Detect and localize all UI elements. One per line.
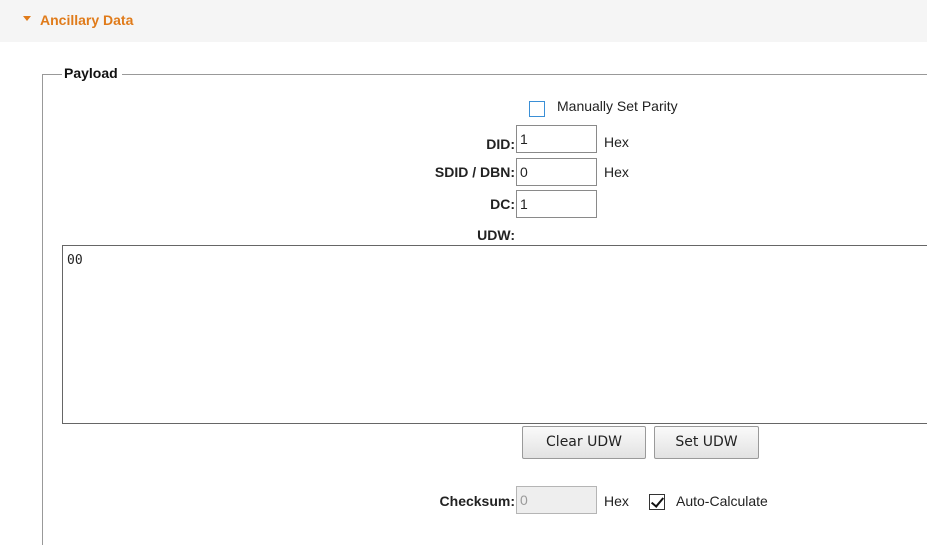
auto-calculate-checkbox[interactable]: [649, 494, 665, 510]
checksum-input: [516, 486, 597, 514]
set-udw-button[interactable]: Set UDW: [654, 426, 759, 459]
udw-label: UDW:: [477, 227, 515, 243]
clear-udw-button[interactable]: Clear UDW: [522, 426, 646, 459]
dc-label: DC:: [490, 196, 515, 212]
udw-textarea[interactable]: 00: [62, 245, 927, 424]
did-label: DID:: [486, 136, 515, 152]
did-input[interactable]: [516, 125, 597, 153]
section-title: Ancillary Data: [40, 12, 134, 28]
sdid-input[interactable]: [516, 158, 597, 186]
sdid-label: SDID / DBN:: [434, 164, 515, 180]
checkmark-icon: [650, 494, 665, 508]
did-unit: Hex: [604, 134, 629, 150]
dc-input[interactable]: [516, 190, 597, 218]
section-header[interactable]: Ancillary Data: [0, 0, 927, 42]
checksum-unit: Hex: [604, 493, 629, 509]
manual-parity-label: Manually Set Parity: [557, 98, 678, 114]
caret-down-icon[interactable]: [23, 16, 31, 21]
manual-parity-checkbox[interactable]: [529, 101, 545, 117]
auto-calculate-label: Auto-Calculate: [676, 493, 768, 509]
payload-legend: Payload: [62, 65, 122, 81]
checksum-label: Checksum:: [439, 493, 515, 509]
sdid-unit: Hex: [604, 164, 629, 180]
